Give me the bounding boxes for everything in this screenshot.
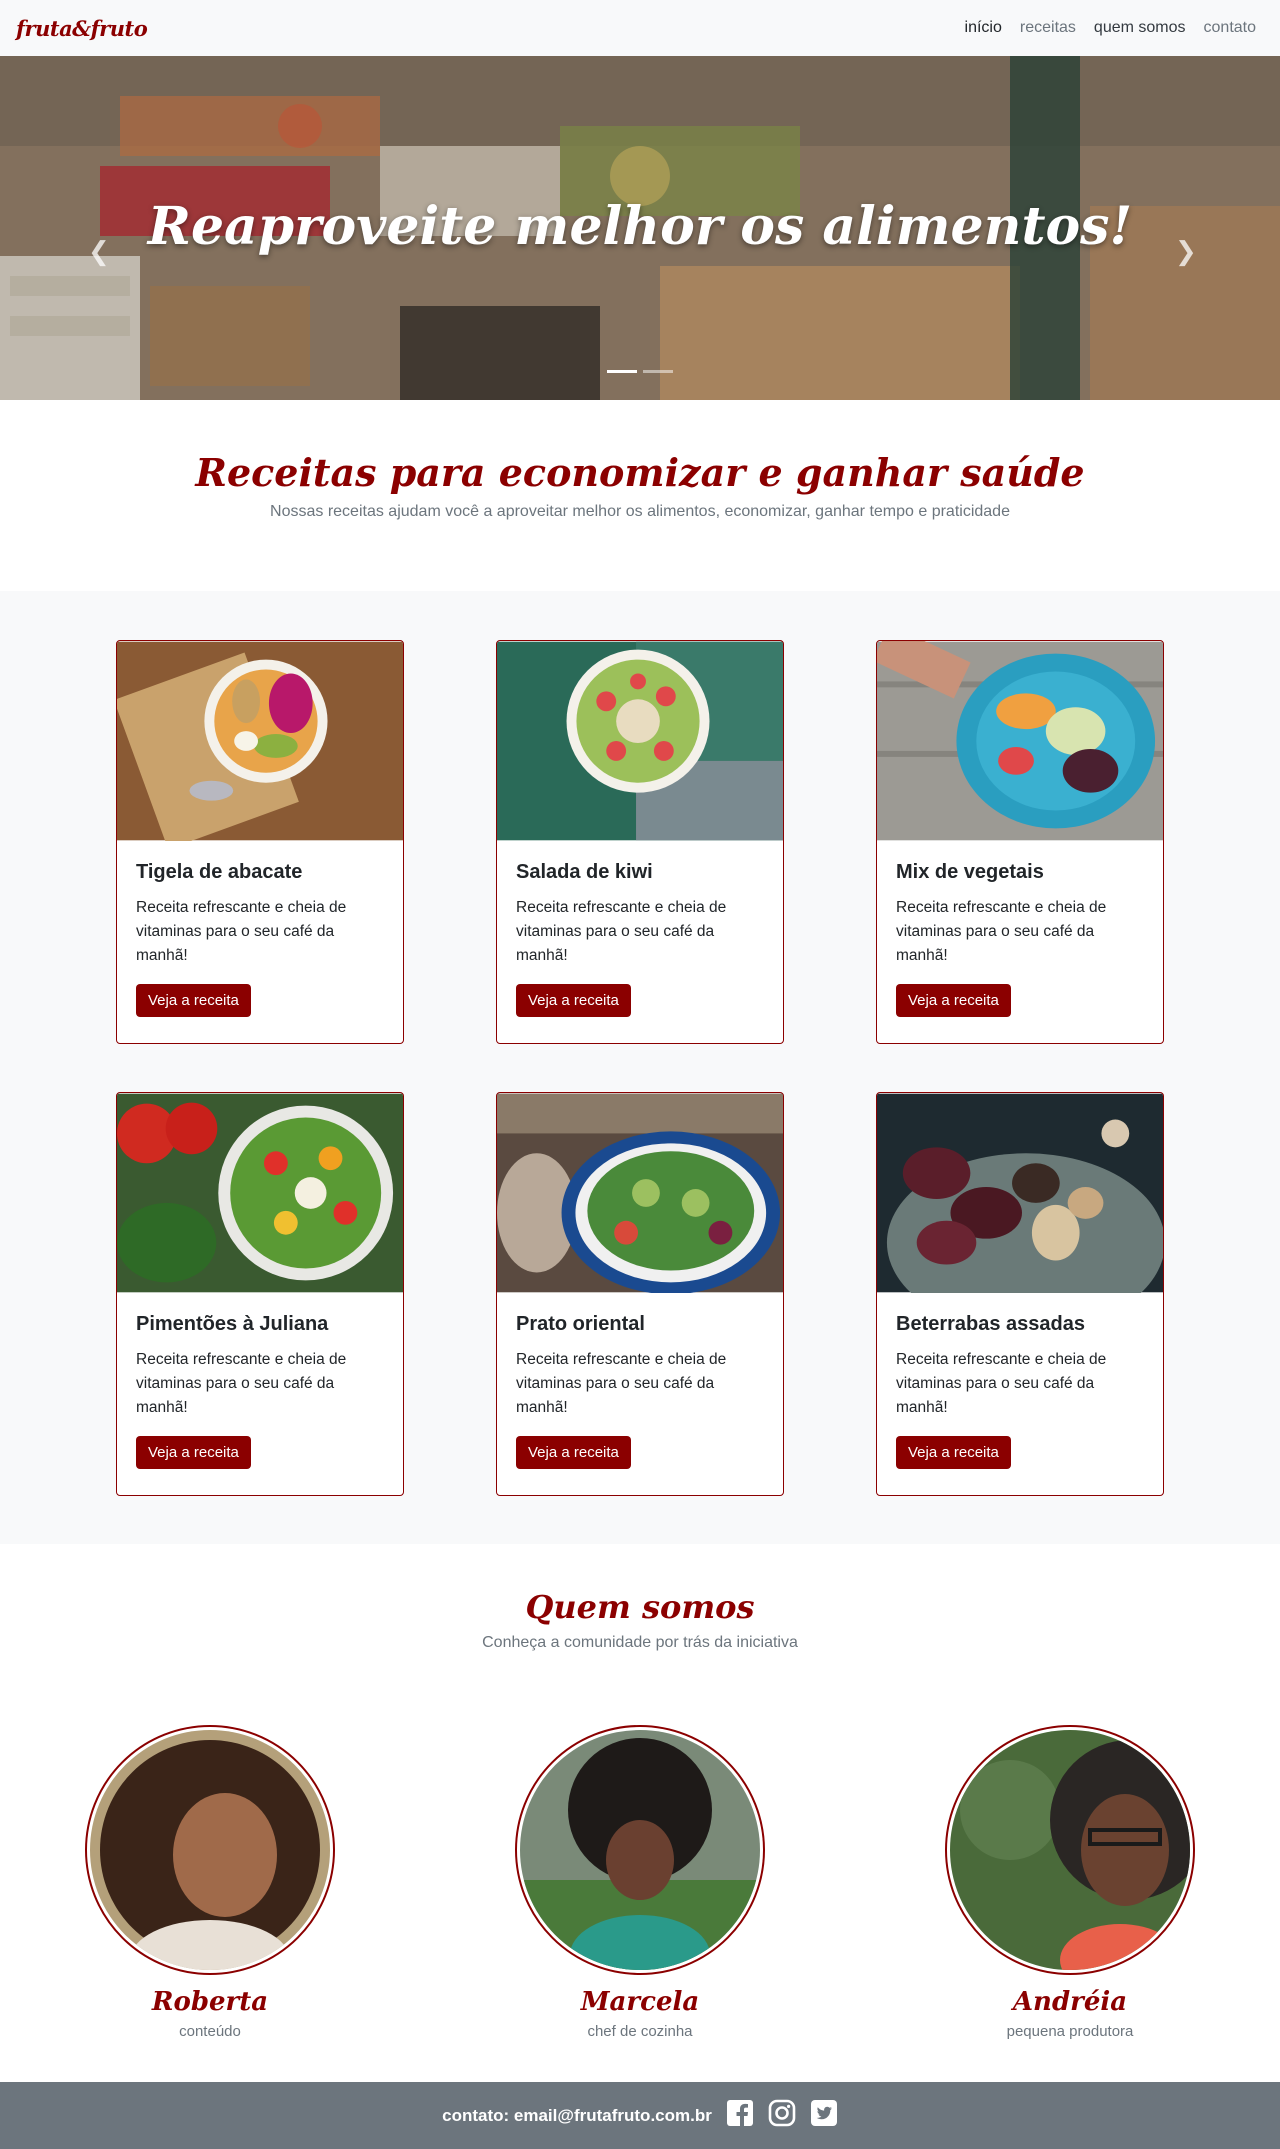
- recipe-text: Receita refrescante e cheia de vitaminas…: [516, 899, 727, 964]
- member-role: conteúdo: [179, 2023, 241, 2040]
- recipe-card: Mix de vegetais Receita refrescante e ch…: [876, 640, 1164, 1044]
- avatar: [515, 1725, 765, 1975]
- view-recipe-button[interactable]: Veja a receita: [516, 984, 631, 1017]
- footer: contato: email@frutafruto.com.br: [0, 2082, 1280, 2149]
- facebook-icon[interactable]: [726, 2099, 754, 2132]
- team-member: Andréia pequena produtora: [940, 1725, 1200, 2040]
- member-role: pequena produtora: [1006, 2023, 1134, 2040]
- recipe-image-vegetable-mix: [877, 641, 1163, 841]
- recipes-subtitle: Nossas receitas ajudam você a aproveitar…: [270, 503, 1010, 520]
- recipe-title: Prato oriental: [516, 1313, 645, 1335]
- hero-title: Reaproveite melhor os alimentos!: [147, 196, 1133, 257]
- carousel-indicators: [0, 370, 1280, 373]
- recipe-image-avocado: [117, 641, 403, 841]
- nav-link-receitas[interactable]: receitas: [1020, 19, 1076, 37]
- recipe-text: Receita refrescante e cheia de vitaminas…: [896, 1351, 1107, 1416]
- member-name: Andréia: [1012, 1987, 1128, 2017]
- recipe-card: Beterrabas assadas Receita refrescante e…: [876, 1092, 1164, 1496]
- recipes-header: Receitas para economizar e ganhar saúde …: [0, 450, 1280, 521]
- team-member: Roberta conteúdo: [80, 1725, 340, 2040]
- social-links: [726, 2099, 838, 2132]
- view-recipe-button[interactable]: Veja a receita: [136, 1436, 251, 1469]
- recipe-image-roasted-beets: [877, 1093, 1163, 1293]
- nav-link-inicio[interactable]: início: [965, 19, 1002, 37]
- view-recipe-button[interactable]: Veja a receita: [136, 984, 251, 1017]
- team-header: Quem somos Conheça a comunidade por trás…: [0, 1588, 1280, 1652]
- view-recipe-button[interactable]: Veja a receita: [516, 1436, 631, 1469]
- nav-links: início receitas quem somos contato: [965, 19, 1256, 37]
- recipe-text: Receita refrescante e cheia de vitaminas…: [896, 899, 1107, 964]
- recipe-card: Tigela de abacate Receita refrescante e …: [116, 640, 404, 1044]
- recipe-card: Pimentões à Juliana Receita refrescante …: [116, 1092, 404, 1496]
- footer-contact[interactable]: contato: email@frutafruto.com.br: [442, 2106, 712, 2126]
- view-recipe-button[interactable]: Veja a receita: [896, 1436, 1011, 1469]
- team-title: Quem somos: [525, 1588, 755, 1626]
- view-recipe-button[interactable]: Veja a receita: [896, 984, 1011, 1017]
- recipe-title: Tigela de abacate: [136, 861, 303, 883]
- team-member: Marcela chef de cozinha: [510, 1725, 770, 2040]
- instagram-icon[interactable]: [768, 2099, 796, 2132]
- recipe-title: Beterrabas assadas: [896, 1313, 1086, 1335]
- team-subtitle: Conheça a comunidade por trás da iniciat…: [482, 1634, 798, 1651]
- recipe-text: Receita refrescante e cheia de vitaminas…: [516, 1351, 727, 1416]
- recipe-card: Prato oriental Receita refrescante e che…: [496, 1092, 784, 1496]
- member-name: Roberta: [151, 1987, 269, 2017]
- member-role: chef de cozinha: [587, 2023, 693, 2040]
- twitter-icon[interactable]: [810, 2099, 838, 2132]
- recipes-title: Receitas para economizar e ganhar saúde: [195, 450, 1085, 495]
- recipe-title: Pimentões à Juliana: [136, 1313, 329, 1335]
- navbar: fruta&fruto início receitas quem somos c…: [0, 0, 1280, 56]
- recipe-text: Receita refrescante e cheia de vitaminas…: [136, 1351, 347, 1416]
- avatar: [945, 1725, 1195, 1975]
- recipe-title: Salada de kiwi: [516, 861, 653, 883]
- nav-link-quem-somos[interactable]: quem somos: [1094, 19, 1186, 37]
- recipe-image-peppers: [117, 1093, 403, 1293]
- brand-logo[interactable]: fruta&fruto: [16, 16, 148, 41]
- recipe-image-oriental-dish: [497, 1093, 783, 1293]
- member-name: Marcela: [580, 1987, 700, 2017]
- recipe-text: Receita refrescante e cheia de vitaminas…: [136, 899, 347, 964]
- hero-carousel: ❮ ❯ Reaproveite melhor os alimentos!: [0, 56, 1280, 400]
- nav-link-contato[interactable]: contato: [1204, 19, 1256, 37]
- carousel-indicator-2[interactable]: [643, 370, 673, 373]
- carousel-indicator-1[interactable]: [607, 370, 637, 373]
- recipe-title: Mix de vegetais: [896, 861, 1044, 883]
- recipe-image-kiwi: [497, 641, 783, 841]
- recipe-card: Salada de kiwi Receita refrescante e che…: [496, 640, 784, 1044]
- avatar: [85, 1725, 335, 1975]
